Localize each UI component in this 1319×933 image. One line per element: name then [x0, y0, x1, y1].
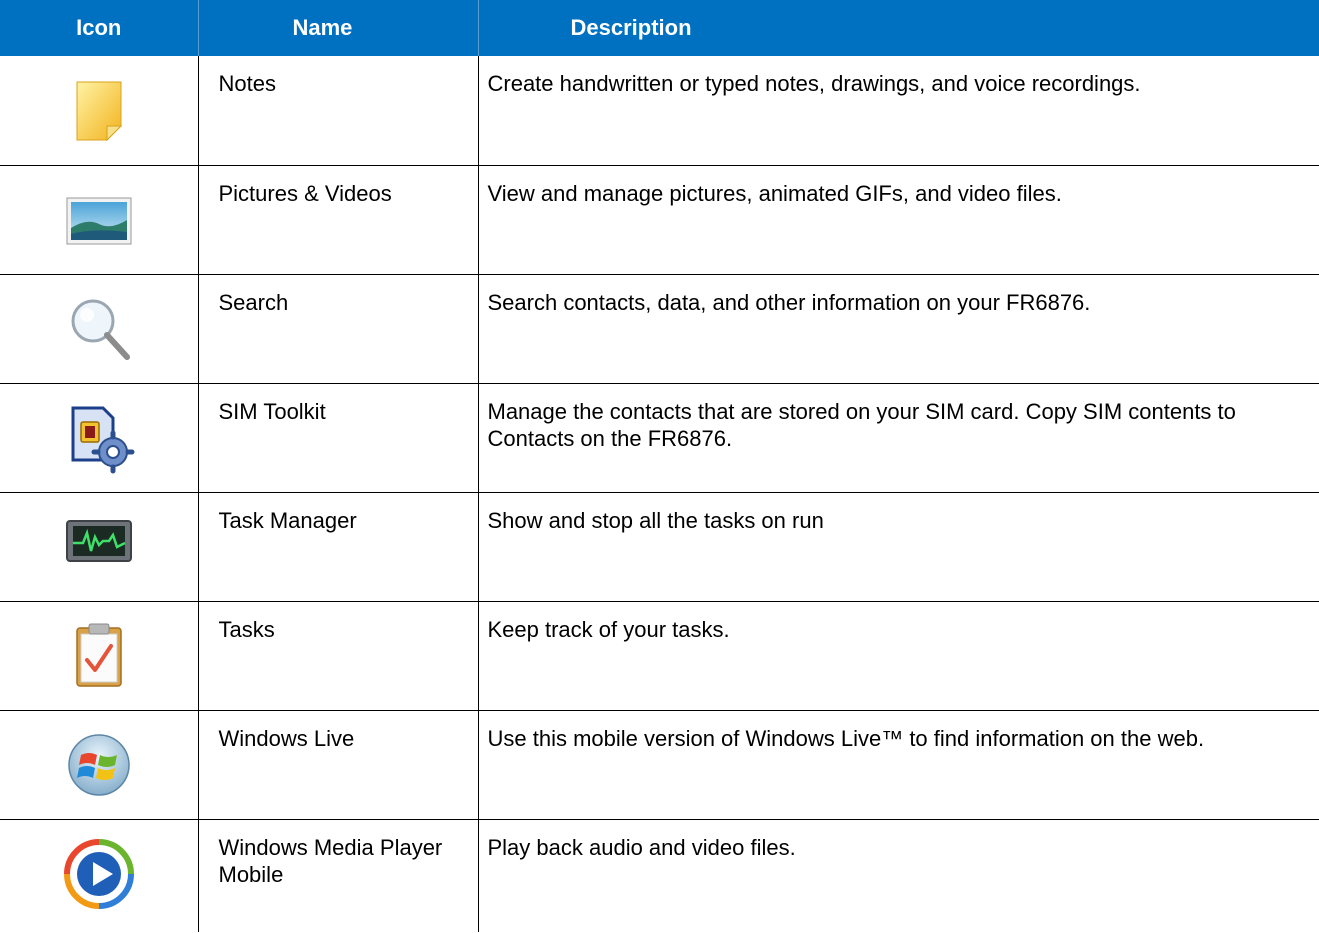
applications-table: Icon Name Description Notes Create handw… [0, 0, 1319, 932]
app-description: Play back audio and video files. [478, 818, 1319, 932]
app-description: Use this mobile version of Windows Live™… [478, 709, 1319, 819]
table-row: Task Manager Show and stop all the tasks… [0, 491, 1319, 601]
app-name: Notes [198, 56, 479, 165]
notes-icon [63, 74, 135, 146]
app-name: Task Manager [198, 491, 479, 601]
table-row: Tasks Keep track of your tasks. [0, 600, 1319, 710]
document-page: Icon Name Description Notes Create handw… [0, 0, 1319, 933]
header-icon: Icon [0, 0, 199, 56]
app-description: Create handwritten or typed notes, drawi… [487, 71, 1141, 96]
app-name: Tasks [198, 600, 479, 710]
pictures-videos-icon [63, 184, 135, 256]
app-name: Windows Media Player Mobile [198, 818, 479, 932]
app-name: SIM Toolkit [198, 382, 479, 492]
table-row: Notes Create handwritten or typed notes,… [0, 56, 1319, 165]
table-header-row: Icon Name Description [0, 0, 1319, 56]
windows-media-player-icon [63, 838, 135, 910]
search-icon [63, 293, 135, 365]
table-row: Pictures & Videos View and manage pictur… [0, 164, 1319, 274]
app-description: View and manage pictures, animated GIFs,… [478, 164, 1319, 274]
header-description: Description [478, 0, 1319, 56]
task-manager-icon [63, 511, 135, 583]
app-description: Show and stop all the tasks on run [478, 491, 1319, 601]
table-row: SIM Toolkit Manage the contacts that are… [0, 382, 1319, 492]
sim-toolkit-icon [63, 402, 135, 474]
windows-live-icon [63, 729, 135, 801]
app-description: Manage the contacts that are stored on y… [478, 382, 1319, 492]
app-description: Keep track of your tasks. [478, 600, 1319, 710]
tasks-icon [63, 620, 135, 692]
app-name: Pictures & Videos [198, 164, 479, 274]
app-name: Search [198, 273, 479, 383]
table-row: Windows Media Player Mobile Play back au… [0, 818, 1319, 932]
table-row: Windows Live Use this mobile version of … [0, 709, 1319, 819]
header-name: Name [198, 0, 479, 56]
app-description: Search contacts, data, and other informa… [478, 273, 1319, 383]
table-row: Search Search contacts, data, and other … [0, 273, 1319, 383]
app-name: Windows Live [198, 709, 479, 819]
